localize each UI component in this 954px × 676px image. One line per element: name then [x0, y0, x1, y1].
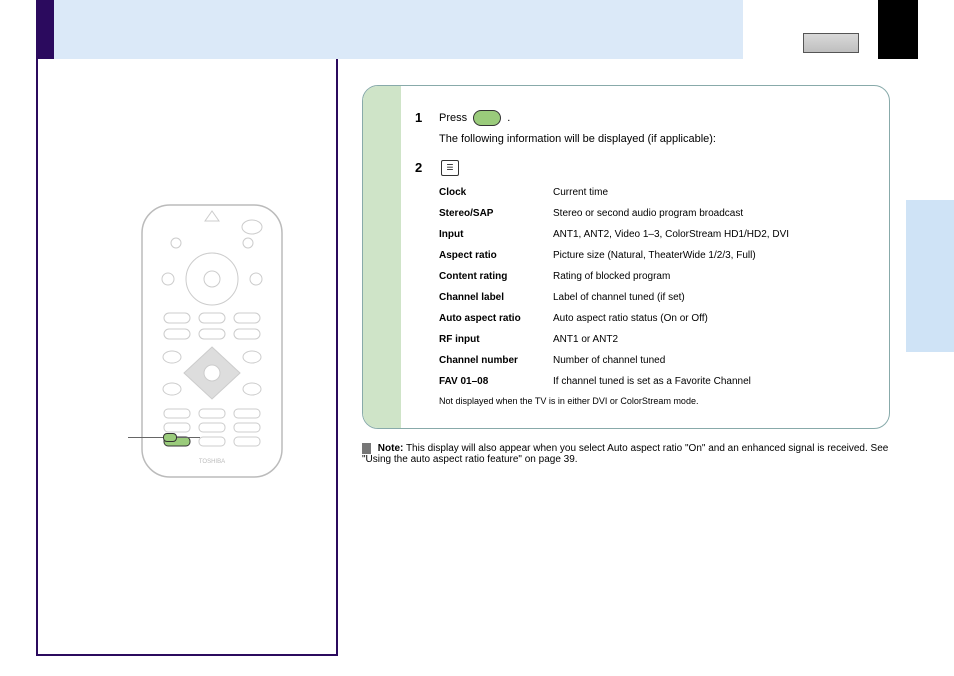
step-1-number: 1: [415, 110, 429, 146]
header-blue-area: [54, 0, 743, 59]
list-item: Content ratingRating of blocked program: [439, 270, 871, 283]
page-number-tab: [878, 0, 918, 59]
step-1-sub: The following information will be displa…: [439, 132, 871, 146]
list-item: InputANT1, ANT2, Video 1–3, ColorStream …: [439, 228, 871, 241]
main-content: TOSHIBA 1 Press . The following informat…: [36, 59, 918, 656]
note-square-icon: [362, 443, 371, 454]
remote-illustration: TOSHIBA: [132, 201, 292, 481]
note-block: Note: This display will also appear when…: [362, 443, 890, 465]
step-2-body: ☰ ClockCurrent time Stereo/SAPStereo or …: [439, 160, 871, 408]
left-column: TOSHIBA: [36, 59, 336, 656]
list-item: Aspect ratioPicture size (Natural, Theat…: [439, 249, 871, 262]
osd-icon: ☰: [441, 160, 459, 176]
info-list: ClockCurrent time Stereo/SAPStereo or se…: [439, 186, 871, 388]
callout-button-icon: [163, 433, 177, 442]
step-2-number: 2: [415, 160, 429, 408]
list-item: Channel numberNumber of channel tuned: [439, 354, 871, 367]
remote-svg: TOSHIBA: [132, 201, 292, 481]
header-bar: [36, 0, 918, 59]
gray-button[interactable]: [803, 33, 859, 53]
step-1-before: Press: [439, 112, 467, 124]
list-item: ClockCurrent time: [439, 186, 871, 199]
header-purple-stub: [36, 0, 54, 59]
call-button-icon: [473, 110, 501, 126]
note-text: This display will also appear when you s…: [362, 443, 888, 465]
list-item: FAV 01–08If channel tuned is set as a Fa…: [439, 375, 871, 388]
list-item: Channel labelLabel of channel tuned (if …: [439, 291, 871, 304]
column-divider: [336, 59, 338, 656]
panel-accent-strip: [363, 86, 401, 428]
step-1-text: Press . The following information will b…: [439, 110, 871, 146]
panel-footnote: Not displayed when the TV is in either D…: [439, 396, 871, 408]
panel-body: 1 Press . The following information will…: [401, 86, 889, 428]
right-column: 1 Press . The following information will…: [362, 59, 918, 656]
remote-brand: TOSHIBA: [199, 459, 225, 465]
list-item: RF inputANT1 or ANT2: [439, 333, 871, 346]
step-1: 1 Press . The following information will…: [415, 110, 871, 146]
step-1-after: .: [507, 112, 510, 124]
note-prefix: Note:: [378, 443, 404, 454]
step-2: 2 ☰ ClockCurrent time Stereo/SAPStereo o…: [415, 160, 871, 408]
instruction-panel: 1 Press . The following information will…: [362, 85, 890, 429]
list-item: Stereo/SAPStereo or second audio program…: [439, 207, 871, 220]
list-item: Auto aspect ratioAuto aspect ratio statu…: [439, 312, 871, 325]
